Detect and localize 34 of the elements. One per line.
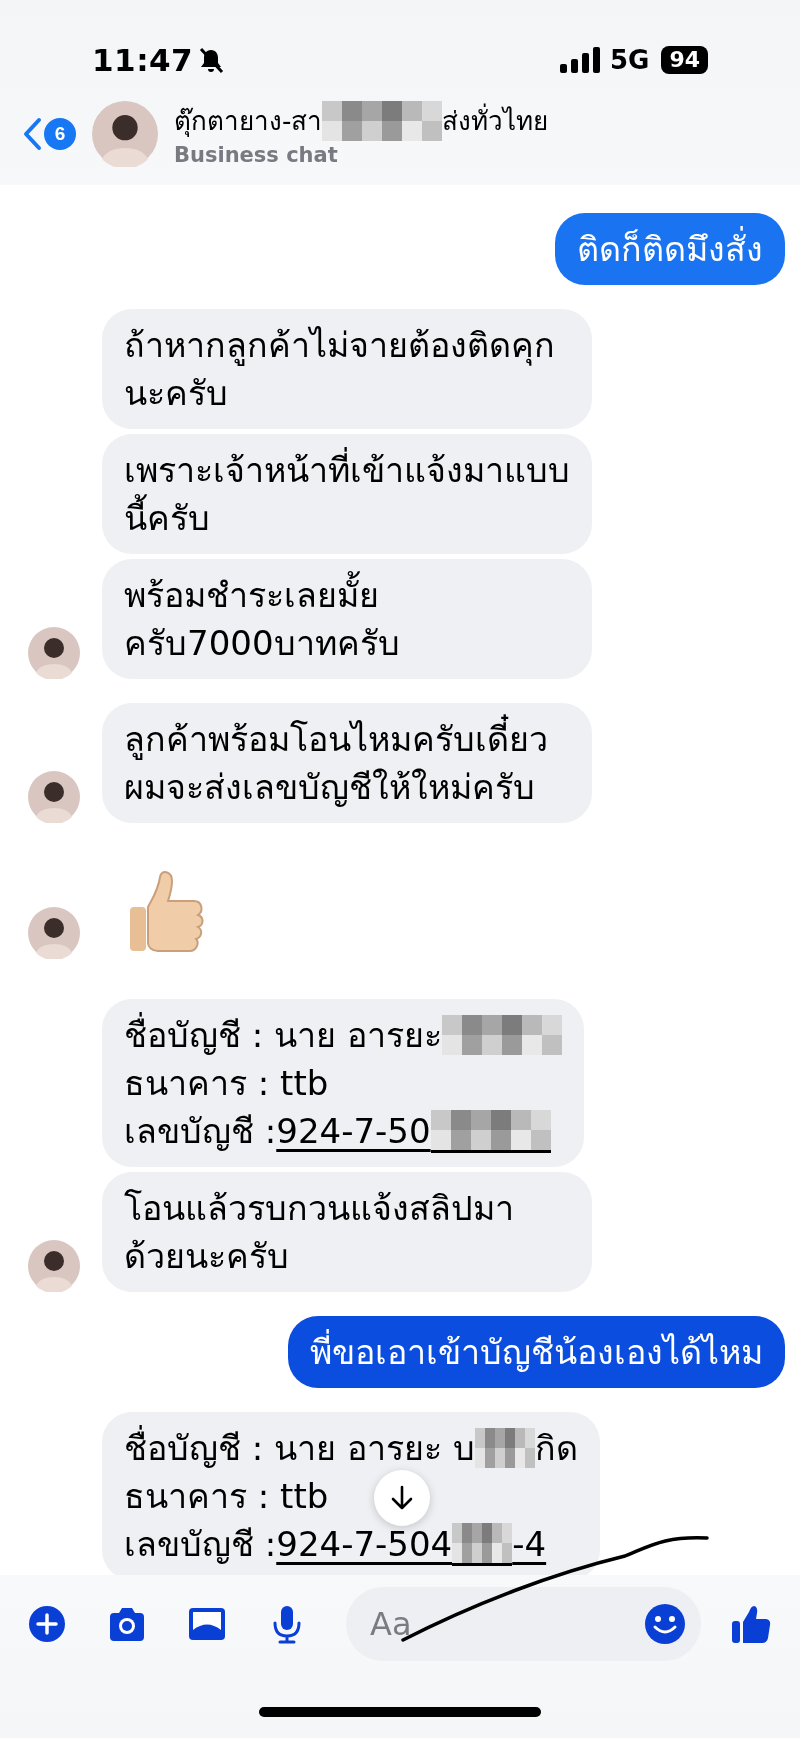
battery-indicator: 94 <box>661 46 708 74</box>
sent-message: ติดก็ติดมึงสั่ง <box>555 213 785 285</box>
received-message: ถ้าหากลูกค้าไม่จายต้องติดคุกนะครับ <box>102 309 592 429</box>
message-text: -4 <box>512 1523 547 1566</box>
received-message: โอนแล้วรบกวนแจ้งสลิปมาด้วยนะครับ <box>102 1172 592 1292</box>
add-button[interactable] <box>26 1603 68 1645</box>
message-text: ชื่อบัญชี : นาย อารยะ บ <box>124 1424 475 1472</box>
emoji-button[interactable] <box>643 1602 687 1646</box>
received-message: ลูกค้าพร้อมโอนไหมครับเดี๋ยวผมจะส่งเลขบัญชีให้ใหม่ครับ <box>102 703 592 823</box>
message-text: 924-7-504 <box>276 1523 453 1566</box>
network-type: 5G <box>609 45 650 75</box>
received-message: พร้อมชำระเลยมั้ยครับ7000บาทครับ <box>102 559 592 679</box>
message-text: ชื่อบัญชี : นาย อารยะ <box>124 1011 442 1059</box>
message-text: 924-7-50 <box>276 1110 431 1153</box>
unread-count: 6 <box>44 117 76 150</box>
signal-icon <box>559 47 600 73</box>
back-button[interactable]: 6 <box>22 116 76 151</box>
chevron-left-icon <box>22 116 42 151</box>
message-input[interactable]: Aa <box>346 1587 701 1661</box>
chat-subtitle: Business chat <box>174 143 339 167</box>
bell-slash-icon <box>197 46 226 74</box>
message-text: กิด <box>534 1427 578 1470</box>
chat-title: ส่งทั่วไทย <box>442 100 549 141</box>
message-text: เลขบัญชี : <box>124 1110 277 1153</box>
plus-icon <box>26 1603 68 1645</box>
message-text: ธนาคาร : ttb <box>124 1475 329 1518</box>
chat-title: ตุ๊กตายาง-สา <box>174 105 323 139</box>
received-message: เพราะเจ้าหน้าที่เข้าแจ้งมาแบบนี้ครับ <box>102 434 592 554</box>
message-text: ธนาคาร : ttb <box>124 1062 329 1105</box>
message-text: เลขบัญชี : <box>124 1523 277 1566</box>
smiley-icon <box>643 1602 687 1646</box>
sent-message: พี่ขอเอาเข้าบัญชีน้องเองได้ไหม <box>288 1316 785 1388</box>
clock-time: 11:47 <box>92 42 194 78</box>
avatar <box>92 100 158 167</box>
